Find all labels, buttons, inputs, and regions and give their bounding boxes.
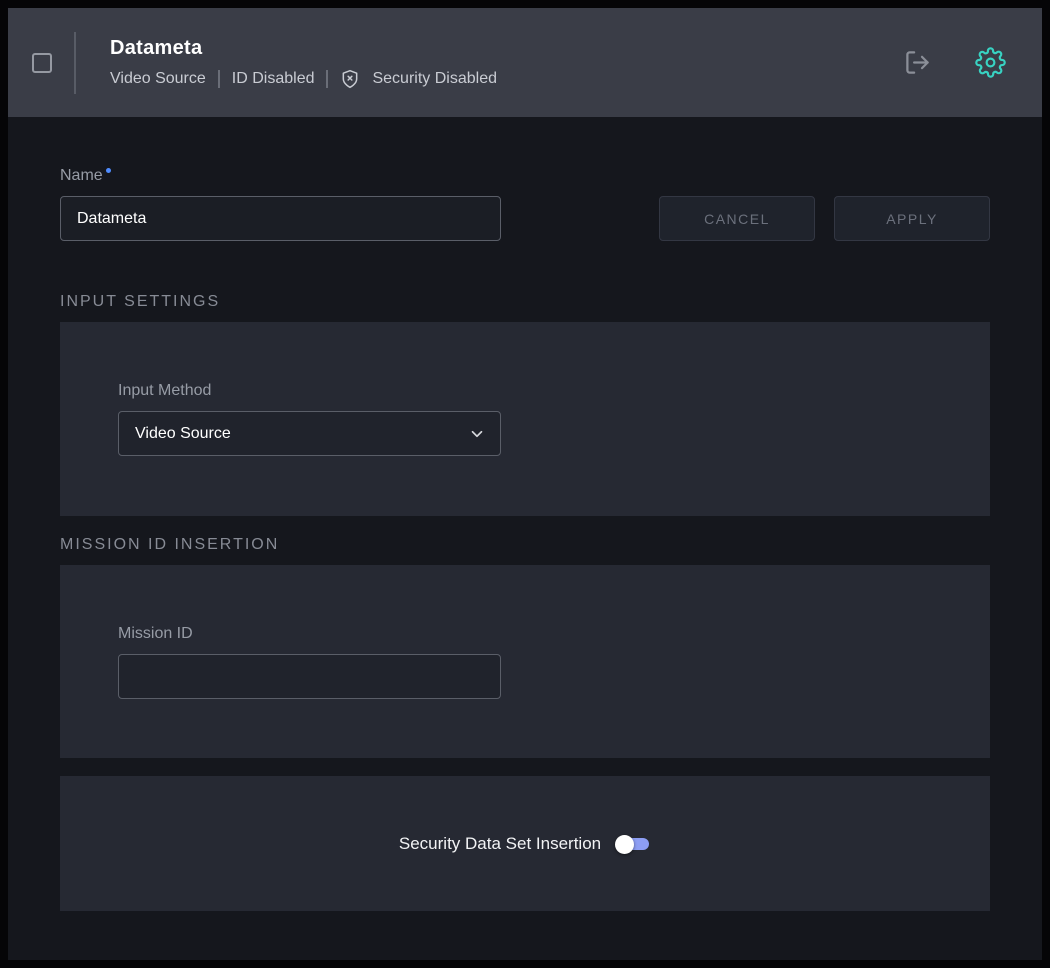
- settings-gear-icon[interactable]: [975, 47, 1006, 78]
- status-video-source: Video Source: [110, 70, 206, 88]
- main-content: Name CANCEL APPLY INPUT SETTINGS Input M…: [8, 117, 1042, 960]
- app-window: Datameta Video Source ID Disabled Securi…: [0, 0, 1050, 968]
- name-row: Name CANCEL APPLY: [60, 167, 990, 241]
- mission-id-card: Mission ID: [60, 565, 990, 758]
- input-method-value: Video Source: [135, 425, 231, 443]
- mission-id-input[interactable]: [118, 654, 501, 699]
- settings-panel: Datameta Video Source ID Disabled Securi…: [8, 8, 1042, 960]
- security-data-toggle[interactable]: [615, 834, 651, 854]
- required-dot-icon: [106, 168, 111, 173]
- security-toggle-label: Security Data Set Insertion: [399, 834, 601, 854]
- header: Datameta Video Source ID Disabled Securi…: [8, 8, 1042, 117]
- page-title: Datameta: [110, 37, 497, 60]
- export-icon[interactable]: [904, 49, 931, 76]
- name-field-group: Name: [60, 167, 501, 241]
- status-row: Video Source ID Disabled Security Disabl…: [110, 69, 497, 89]
- security-toggle-card: Security Data Set Insertion: [60, 776, 990, 911]
- input-settings-heading: INPUT SETTINGS: [60, 293, 990, 312]
- form-actions: CANCEL APPLY: [659, 196, 990, 241]
- status-separator: [218, 70, 220, 88]
- name-label-text: Name: [60, 167, 103, 184]
- apply-button[interactable]: APPLY: [834, 196, 990, 241]
- input-settings-card: Input Method Video Source: [60, 322, 990, 516]
- toggle-knob: [615, 835, 634, 854]
- chevron-down-icon: [468, 425, 486, 443]
- header-divider: [74, 32, 76, 94]
- title-block: Datameta Video Source ID Disabled Securi…: [110, 37, 497, 89]
- status-separator: [326, 70, 328, 88]
- input-method-select[interactable]: Video Source: [118, 411, 501, 456]
- name-label: Name: [60, 167, 501, 187]
- mission-id-heading: MISSION ID INSERTION: [60, 536, 990, 555]
- select-checkbox[interactable]: [32, 53, 52, 73]
- status-id-state: ID Disabled: [232, 70, 315, 88]
- cancel-button[interactable]: CANCEL: [659, 196, 815, 241]
- header-actions: [904, 47, 1006, 78]
- mission-id-label: Mission ID: [118, 625, 932, 645]
- shield-disabled-icon: [340, 69, 360, 89]
- name-input[interactable]: [60, 196, 501, 241]
- status-security-state: Security Disabled: [372, 70, 497, 88]
- input-method-label: Input Method: [118, 382, 932, 402]
